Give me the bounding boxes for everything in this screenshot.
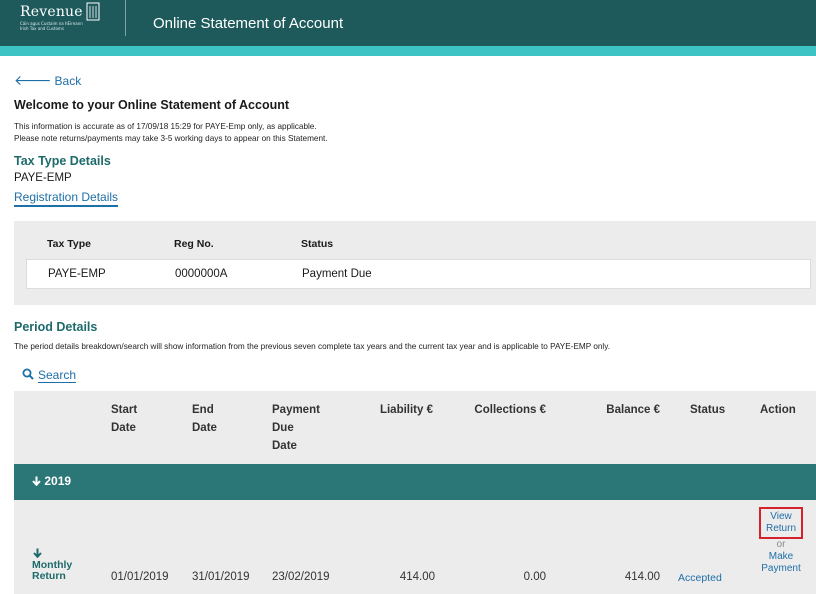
or-separator: or bbox=[776, 539, 786, 550]
header-accent-stripe bbox=[0, 46, 816, 56]
col-header-action: Action bbox=[760, 404, 796, 416]
period-description: The period details breakdown/search will… bbox=[14, 342, 611, 351]
row-actions: View Return or Make Payment bbox=[751, 507, 811, 575]
row-start-date: 01/01/2019 bbox=[111, 571, 169, 583]
logo-subtext: Cáin agus Custaim na hÉireann Irish Tax … bbox=[20, 21, 83, 31]
view-return-line2: Return bbox=[765, 523, 796, 534]
site-header: Revenue Cáin agus Custaim na hÉireann Ir… bbox=[0, 0, 816, 46]
year-group-2019[interactable]: 2019 bbox=[14, 464, 816, 500]
col-header-status: Status bbox=[690, 404, 726, 416]
col-header-tax-type: Tax Type bbox=[47, 238, 91, 250]
row-payment-due-date: 23/02/2019 bbox=[272, 571, 330, 583]
col-header-status: Status bbox=[301, 238, 334, 250]
col-header-start-date: Start Date bbox=[111, 401, 137, 437]
reg-status: Payment Due bbox=[302, 268, 372, 280]
col-header-reg-no: Reg No. bbox=[174, 238, 214, 250]
row-status-link[interactable]: Accepted bbox=[678, 572, 722, 584]
view-return-link[interactable]: View Return bbox=[758, 507, 803, 539]
info-line-1: This information is accurate as of 17/09… bbox=[14, 122, 317, 131]
search-label: Search bbox=[38, 368, 77, 383]
period-table-header: Start Date End Date Payment Due Date Lia… bbox=[14, 391, 816, 464]
col-header-payment-due-line1: Payment bbox=[272, 404, 320, 416]
make-payment-line2: Payment bbox=[761, 563, 801, 574]
arrow-left-icon: 🡐 bbox=[14, 72, 52, 88]
info-text: This information is accurate as of 17/09… bbox=[14, 121, 328, 145]
back-link[interactable]: 🡐 Back bbox=[14, 72, 81, 89]
make-payment-line1: Make bbox=[768, 551, 794, 562]
row-liability: 414.00 bbox=[399, 571, 435, 583]
col-header-balance: Balance € bbox=[606, 404, 660, 416]
registration-table: Tax Type Reg No. Status PAYE-EMP 0000000… bbox=[14, 221, 816, 305]
table-row: Monthly Return 01/01/2019 31/01/2019 23/… bbox=[14, 500, 816, 594]
period-type-toggle[interactable]: Monthly Return bbox=[32, 548, 72, 582]
search-icon bbox=[22, 368, 34, 380]
col-header-end-date-line1: End bbox=[192, 404, 214, 416]
reg-tax-type: PAYE-EMP bbox=[48, 268, 106, 280]
year-group-label: 2019 bbox=[32, 474, 71, 488]
year-label-text: 2019 bbox=[44, 474, 72, 488]
row-collections: 0.00 bbox=[523, 571, 546, 583]
col-header-payment-due-line2: Due bbox=[272, 422, 294, 434]
arrow-down-icon bbox=[32, 476, 41, 487]
search-link[interactable]: Search bbox=[22, 368, 77, 383]
revenue-logo[interactable]: Revenue Cáin agus Custaim na hÉireann Ir… bbox=[20, 2, 100, 31]
table-row: PAYE-EMP 0000000A Payment Due bbox=[26, 259, 811, 289]
info-line-2: Please note returns/payments may take 3-… bbox=[14, 134, 328, 143]
arrow-down-icon bbox=[33, 548, 42, 558]
col-header-liability: Liability € bbox=[379, 404, 433, 416]
col-header-start-date-line1: Start bbox=[111, 404, 138, 416]
row-balance: 414.00 bbox=[624, 571, 660, 583]
header-divider bbox=[125, 0, 126, 36]
col-header-collections: Collections € bbox=[474, 404, 546, 416]
reg-number: 0000000A bbox=[175, 268, 228, 280]
back-label: Back bbox=[54, 74, 82, 88]
view-return-line1: View bbox=[770, 511, 792, 522]
tax-type-value: PAYE-EMP bbox=[14, 172, 72, 184]
make-payment-link[interactable]: Make Payment bbox=[751, 551, 811, 575]
col-header-payment-due-date: Payment Due Date bbox=[272, 401, 320, 455]
page-title: Online Statement of Account bbox=[153, 15, 344, 32]
col-header-start-date-line2: Date bbox=[111, 422, 136, 434]
logo-text: Revenue bbox=[20, 4, 83, 20]
col-header-end-date: End Date bbox=[192, 401, 217, 437]
period-type-line2: Return bbox=[32, 570, 66, 582]
tax-type-heading: Tax Type Details bbox=[14, 154, 111, 168]
harp-icon bbox=[86, 2, 100, 21]
registration-details-link[interactable]: Registration Details bbox=[14, 190, 119, 207]
row-end-date: 31/01/2019 bbox=[192, 571, 250, 583]
period-details-heading: Period Details bbox=[14, 320, 98, 334]
col-header-payment-due-line3: Date bbox=[272, 440, 297, 452]
col-header-end-date-line2: Date bbox=[192, 422, 217, 434]
welcome-heading: Welcome to your Online Statement of Acco… bbox=[14, 98, 290, 112]
